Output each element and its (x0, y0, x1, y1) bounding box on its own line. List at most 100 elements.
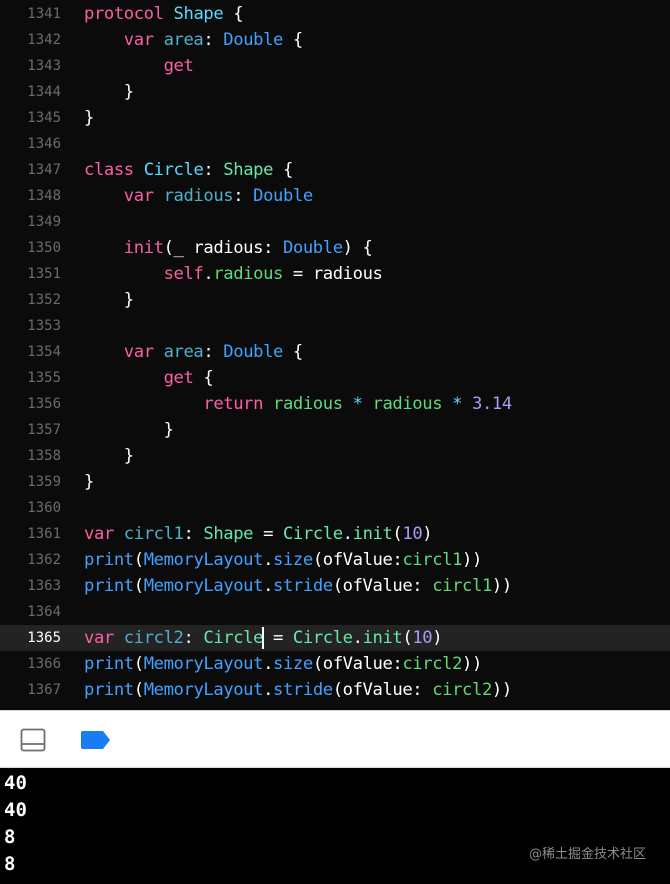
code-text[interactable]: protocol Shape { (84, 1, 244, 27)
code-text[interactable]: get (84, 53, 194, 79)
code-line[interactable]: 1348 var radious: Double (0, 183, 670, 209)
line-number: 1360 (27, 500, 61, 516)
code-token: Double (282, 238, 343, 258)
code-token: radious (372, 394, 443, 414)
code-text[interactable]: self.radious = radious (84, 261, 383, 287)
code-editor[interactable]: 1341 protocol Shape {1342 var area: Doubl… (0, 0, 670, 710)
code-text[interactable]: var area: Double { (84, 27, 303, 53)
code-token: )) (462, 550, 482, 570)
code-token: print (84, 550, 134, 570)
code-token: } (84, 82, 134, 102)
line-number: 1365 (27, 630, 61, 646)
code-line[interactable]: 1357 } (0, 417, 670, 443)
code-token: MemoryLayout (143, 576, 264, 596)
code-line[interactable]: 1355 get { (0, 365, 670, 391)
code-token: . (263, 654, 274, 674)
code-text[interactable]: init(_ radious: Double) { (84, 235, 373, 261)
code-token: circl1 (402, 550, 463, 570)
code-token: protocol (84, 4, 164, 24)
line-number: 1352 (27, 292, 61, 308)
code-token: } (84, 108, 94, 128)
code-token: (ofValue: (332, 680, 433, 700)
code-token: Circle (282, 524, 343, 544)
code-line[interactable]: 1354 var area: Double { (0, 339, 670, 365)
code-line[interactable]: 1341 protocol Shape { (0, 1, 670, 27)
console-output: 40 40 8 8 (0, 768, 670, 884)
code-line[interactable]: 1342 var area: Double { (0, 27, 670, 53)
code-text[interactable]: } (84, 469, 94, 495)
code-line[interactable]: 1345} (0, 105, 670, 131)
code-text[interactable]: print(MemoryLayout.size(ofValue:circl2)) (84, 651, 482, 677)
code-line[interactable]: 1349 (0, 209, 670, 235)
code-token: (ofValue: (332, 576, 433, 596)
code-line[interactable]: 1358 } (0, 443, 670, 469)
code-text[interactable]: return radious * radious * 3.14 (84, 391, 512, 417)
code-token: = (253, 524, 283, 544)
code-line[interactable]: 1361 var circl1: Shape = Circle.init(10) (0, 521, 670, 547)
code-text[interactable]: var radious: Double (84, 183, 313, 209)
code-line[interactable]: 1351 self.radious = radious (0, 261, 670, 287)
code-line[interactable]: 1359} (0, 469, 670, 495)
code-line[interactable]: 1363 print(MemoryLayout.stride(ofValue: c… (0, 573, 670, 599)
code-token: radious (163, 186, 234, 206)
code-token: } (84, 472, 94, 492)
code-line[interactable]: 1347 class Circle: Shape { (0, 157, 670, 183)
code-token: ( (133, 680, 144, 700)
code-line[interactable]: 1353 (0, 313, 670, 339)
code-text[interactable]: var area: Double { (84, 339, 303, 365)
code-text[interactable]: class Circle: Shape { (84, 157, 293, 183)
code-text[interactable]: } (84, 287, 134, 313)
code-token: )) (462, 654, 482, 674)
code-text[interactable]: } (84, 105, 94, 131)
code-line[interactable]: 1366 print(MemoryLayout.size(ofValue:circ… (0, 651, 670, 677)
line-number: 1367 (27, 682, 61, 698)
hide-debug-area-button[interactable] (14, 711, 52, 769)
code-token: circl1 (432, 576, 492, 596)
code-line[interactable]: 1362 print(MemoryLayout.size(ofValue:circ… (0, 547, 670, 573)
code-token: circl2 (123, 628, 184, 648)
code-token: circl2 (402, 654, 463, 674)
code-line[interactable]: 1350 init(_ radious: Double) { (0, 235, 670, 261)
code-token: : (183, 628, 204, 648)
line-number: 1344 (27, 84, 61, 100)
line-number: 1366 (27, 656, 61, 672)
code-text[interactable]: } (84, 443, 134, 469)
code-line[interactable]: 1344 } (0, 79, 670, 105)
code-token: : (183, 524, 204, 544)
code-line[interactable]: 1360 (0, 495, 670, 521)
code-text[interactable]: var circl2: Circle = Circle.init(10) (84, 625, 443, 651)
code-token: Double (223, 342, 283, 362)
code-token: Shape (203, 524, 254, 544)
code-token: var (84, 628, 114, 648)
code-token: * (352, 394, 363, 414)
breakpoints-toggle-button[interactable] (76, 711, 116, 769)
code-line[interactable]: 1356 return radious * radious * 3.14 (0, 391, 670, 417)
code-line[interactable]: 1352 } (0, 287, 670, 313)
code-token: (ofValue: (312, 550, 403, 570)
code-text[interactable]: print(MemoryLayout.stride(ofValue: circl… (84, 677, 512, 703)
code-line[interactable]: 1364 (0, 599, 670, 625)
line-number: 1361 (27, 526, 61, 542)
code-token: : (203, 30, 224, 50)
code-line[interactable]: 1365 var circl2: Circle = Circle.init(10) (0, 625, 670, 651)
code-token: { (273, 160, 293, 180)
code-line[interactable]: 1346 (0, 131, 670, 157)
code-line[interactable]: 1367 print(MemoryLayout.stride(ofValue: c… (0, 677, 670, 703)
code-text[interactable]: print(MemoryLayout.stride(ofValue: circl… (84, 573, 512, 599)
code-token: size (273, 550, 313, 570)
code-token: print (84, 654, 134, 674)
code-token: : (233, 186, 254, 206)
code-text[interactable]: } (84, 79, 134, 105)
code-text[interactable]: var circl1: Shape = Circle.init(10) (84, 521, 433, 547)
code-text[interactable]: get { (84, 365, 214, 391)
code-text[interactable]: print(MemoryLayout.size(ofValue:circl1)) (84, 547, 482, 573)
line-number: 1343 (27, 58, 61, 74)
code-line[interactable]: 1343 get (0, 53, 670, 79)
code-text[interactable]: } (84, 417, 174, 443)
